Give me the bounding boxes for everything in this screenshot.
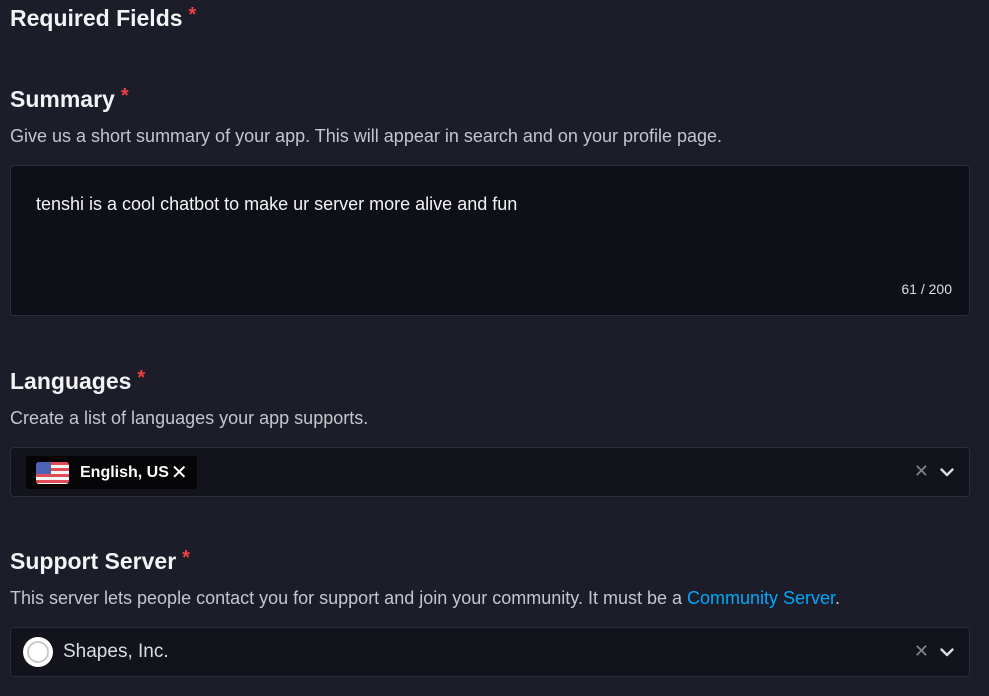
app-settings-form: Required Fields * Summary * Give us a shor…	[0, 0, 989, 696]
summary-heading: Summary *	[10, 85, 129, 113]
language-tag-label: English, US	[80, 463, 169, 481]
language-tag: English, US ✕	[26, 456, 197, 489]
summary-textarea[interactable]: tenshi is a cool chatbot to make ur serv…	[10, 165, 970, 316]
required-asterisk: *	[137, 367, 146, 389]
clear-languages-icon[interactable]: ✕	[914, 462, 929, 480]
community-server-link[interactable]: Community Server	[687, 588, 835, 608]
languages-description: Create a list of languages your app supp…	[10, 408, 369, 428]
server-avatar	[23, 637, 53, 667]
summary-value: tenshi is a cool chatbot to make ur serv…	[36, 194, 518, 214]
required-asterisk: *	[120, 85, 129, 107]
required-fields-heading: Required Fields *	[10, 4, 197, 32]
required-asterisk: *	[182, 547, 190, 569]
support-server-description-text: This server lets people contact you for …	[10, 588, 687, 608]
clear-server-icon[interactable]: ✕	[914, 642, 929, 660]
summary-description: Give us a short summary of your app. Thi…	[10, 126, 723, 146]
languages-heading: Languages *	[10, 367, 146, 395]
us-flag-icon	[36, 461, 69, 484]
support-server-heading: Support Server *	[10, 547, 190, 575]
required-asterisk: *	[188, 4, 197, 26]
chevron-down-icon[interactable]	[939, 464, 955, 480]
chevron-down-icon[interactable]	[939, 644, 955, 660]
support-server-description: This server lets people contact you for …	[10, 588, 840, 609]
languages-title: Languages	[10, 368, 132, 394]
support-server-select[interactable]: Shapes, Inc. ✕	[10, 627, 970, 677]
summary-title: Summary	[10, 86, 115, 112]
remove-language-icon[interactable]: ✕	[171, 463, 188, 483]
support-server-title: Support Server	[10, 548, 177, 574]
required-fields-title: Required Fields	[10, 5, 183, 31]
selected-server-name: Shapes, Inc.	[63, 641, 169, 662]
support-server-description-end: .	[835, 588, 841, 608]
languages-select[interactable]: English, US ✕ ✕	[10, 447, 970, 497]
character-counter: 61 / 200	[901, 281, 952, 297]
